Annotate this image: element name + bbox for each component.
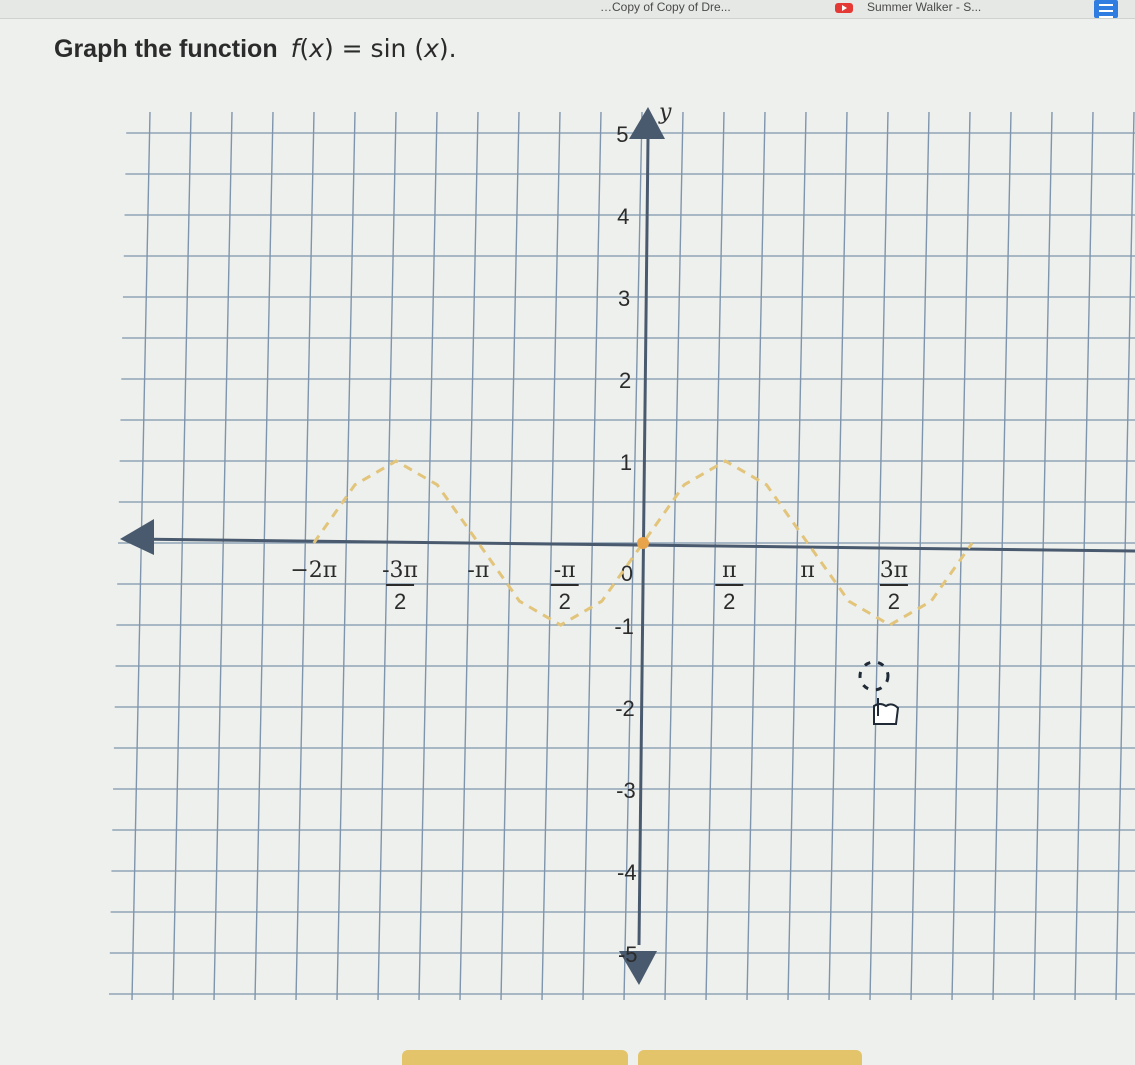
grid-line-vertical: [1074, 111, 1094, 1001]
grid-line-vertical: [910, 111, 930, 1001]
grid-line-vertical: [213, 111, 233, 1001]
y-tick-label: -4: [617, 860, 637, 885]
button-bar: [400, 1050, 870, 1065]
drag-handle-cursor: [858, 660, 900, 725]
grid-line-vertical: [295, 111, 315, 1001]
grid-line-vertical: [951, 111, 971, 1001]
x-tick-label-denominator: 2: [888, 589, 900, 614]
y-tick-label: -2: [615, 696, 635, 721]
x-tick-label-numerator: 3π: [880, 558, 908, 583]
grid-line-vertical: [1033, 111, 1053, 1001]
grid-line-vertical: [131, 111, 151, 1001]
grid-line-vertical: [1115, 111, 1135, 1001]
grid-line-vertical: [254, 111, 274, 1001]
x-tick-label-denominator: 2: [723, 589, 735, 614]
x-tick-label: π: [800, 558, 814, 583]
x-tick-label: −2π: [290, 558, 337, 583]
x-tick-label-numerator: π: [722, 558, 736, 583]
x-tick-label-denominator: 2: [394, 589, 406, 614]
y-tick-label: 1: [620, 450, 632, 475]
grid-line-vertical: [541, 111, 561, 1001]
grid-line-vertical: [582, 111, 602, 1001]
grid-line-vertical: [377, 111, 397, 1001]
plotted-point: [637, 537, 649, 549]
x-axis-arrow-left: [120, 519, 154, 555]
grid-line-vertical: [664, 111, 684, 1001]
x-tick-label-numerator: -π: [554, 558, 576, 583]
y-axis-label: y: [658, 100, 672, 125]
action-button-left[interactable]: [402, 1050, 628, 1065]
grid-line-vertical: [500, 111, 520, 1001]
grid-line-vertical: [459, 111, 479, 1001]
x-tick-label-denominator: 2: [559, 589, 571, 614]
x-tick-labels: −2π -3π 2 -π -π 2 π 2 π 3π 2: [290, 558, 908, 614]
grid-line-vertical: [787, 111, 807, 1001]
grid-line-vertical: [172, 111, 192, 1001]
y-tick-label: -5: [618, 942, 638, 967]
coordinate-graph[interactable]: y543210-1-2-3-4-5−2π -3π2-π -π2π2π 3π2: [0, 0, 1135, 1065]
grid-line-vertical: [705, 111, 725, 1001]
y-tick-label: 4: [617, 204, 629, 229]
y-tick-label: -1: [614, 614, 634, 639]
grid-line-vertical: [828, 111, 848, 1001]
grid-line-vertical: [418, 111, 438, 1001]
x-tick-label: -π: [467, 558, 489, 583]
y-tick-label: 3: [618, 286, 630, 311]
hand-cursor-icon: [873, 698, 900, 725]
y-tick-label: 2: [619, 368, 631, 393]
grid-line-vertical: [746, 111, 766, 1001]
action-button-right[interactable]: [638, 1050, 862, 1065]
grid-line-vertical: [992, 111, 1012, 1001]
grid-line-vertical: [336, 111, 356, 1001]
grid-line-vertical: [869, 111, 889, 1001]
x-tick-label-numerator: -3π: [382, 558, 418, 583]
y-tick-label: 5: [616, 122, 628, 147]
y-tick-label: -3: [616, 778, 636, 803]
